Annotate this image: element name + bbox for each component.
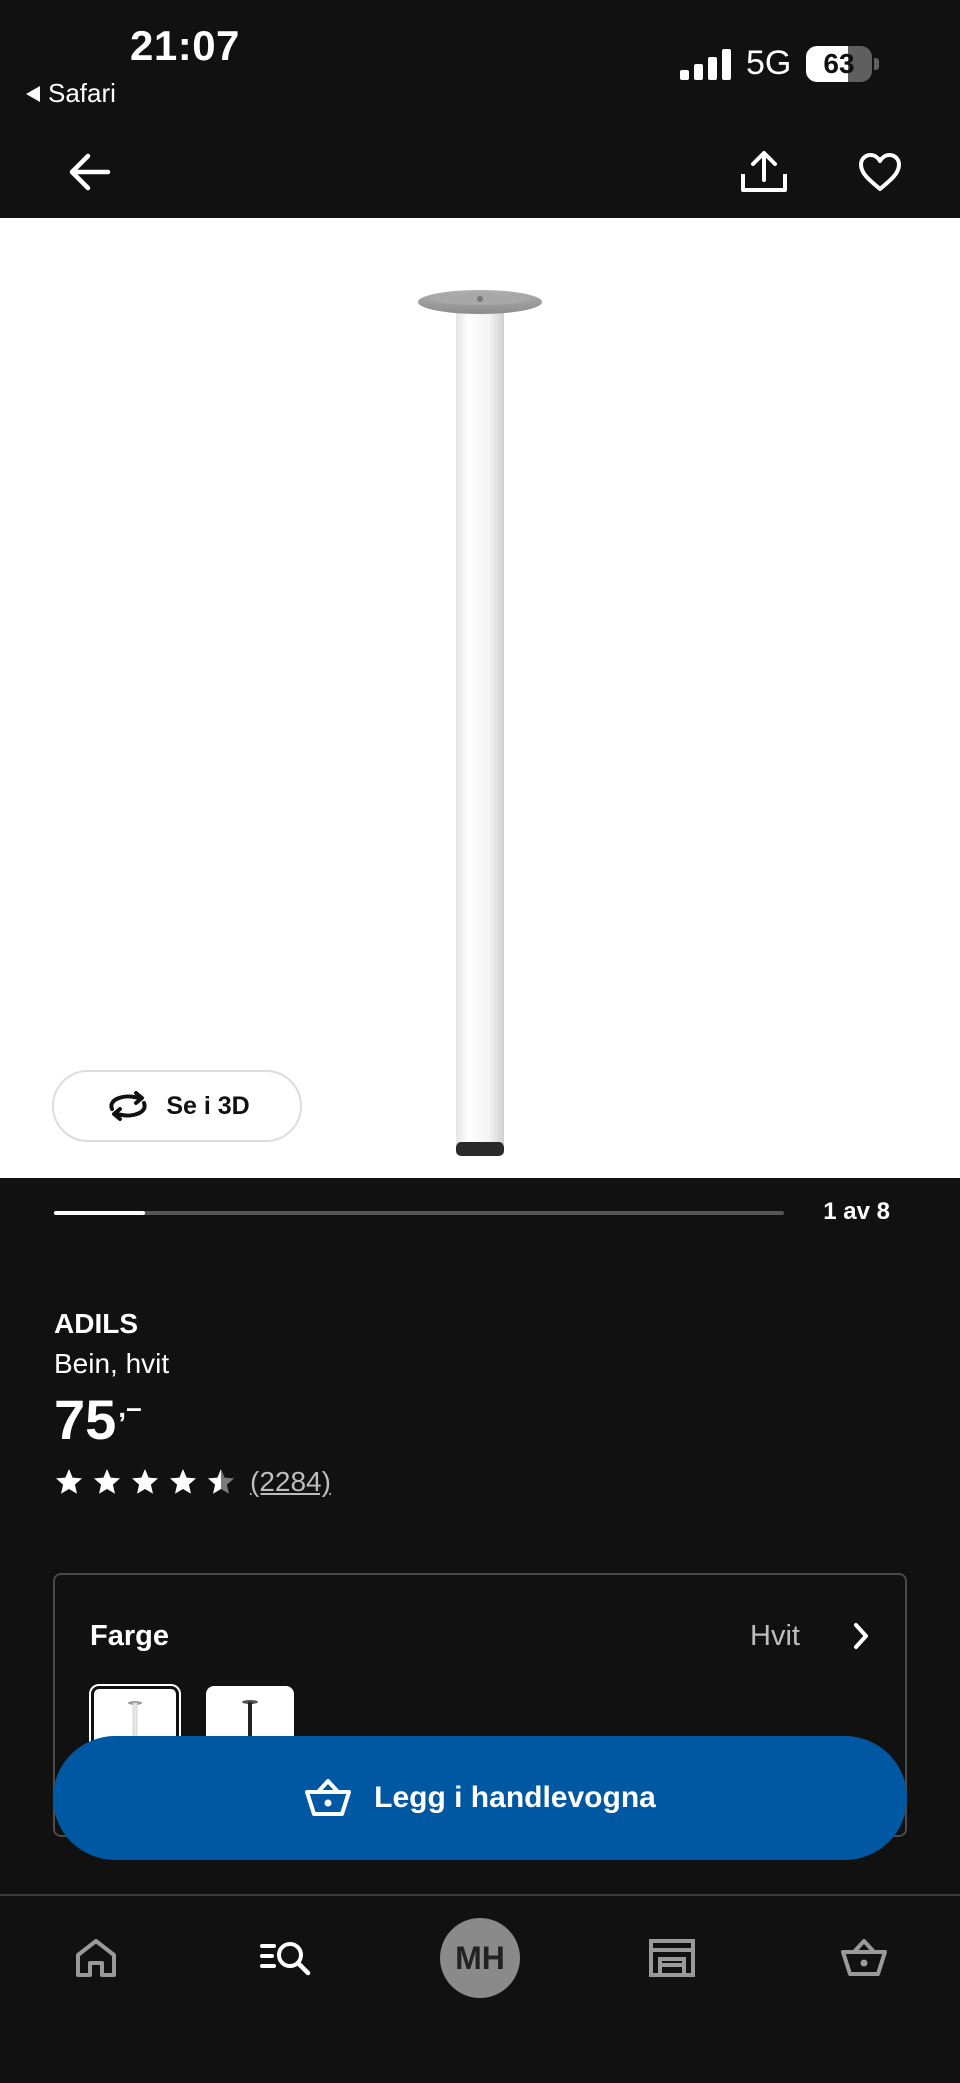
heart-icon xyxy=(859,153,901,191)
store-icon xyxy=(649,1939,695,1977)
gallery-counter: 1 av 8 xyxy=(823,1198,890,1225)
nav-basket[interactable] xyxy=(824,1918,904,1998)
share-icon xyxy=(741,151,787,192)
product-name: ADILS xyxy=(54,1308,138,1339)
bottom-navigation: MH xyxy=(0,1894,960,2083)
price-amount: 75 xyxy=(54,1388,117,1451)
add-to-cart-button[interactable]: Legg i handlevogna xyxy=(53,1736,907,1860)
profile-avatar: MH xyxy=(440,1918,520,1998)
price-suffix: ,– xyxy=(118,1392,142,1423)
network-type: 5G xyxy=(746,44,792,82)
battery-icon: 63 xyxy=(806,46,872,82)
chevron-right-icon[interactable] xyxy=(846,1618,876,1654)
view-in-3d-button[interactable]: Se i 3D xyxy=(52,1070,302,1142)
status-time: 21:07 xyxy=(130,22,240,69)
product-image xyxy=(418,290,542,1156)
favorite-button[interactable] xyxy=(846,138,914,206)
battery-tip xyxy=(874,58,879,70)
nav-search[interactable] xyxy=(247,1918,327,1998)
product-description: Bein, hvit xyxy=(54,1348,170,1379)
battery-level: 63 xyxy=(823,48,855,79)
color-selected-value: Hvit xyxy=(750,1620,800,1652)
add-to-cart-label: Legg i handlevogna xyxy=(374,1781,656,1814)
product-price: 75 ,– xyxy=(54,1388,142,1452)
nav-store[interactable] xyxy=(632,1918,712,1998)
back-app-label: Safari xyxy=(48,78,116,108)
view-in-3d-label: Se i 3D xyxy=(166,1091,250,1120)
home-icon xyxy=(76,1939,116,1977)
signal-icon xyxy=(680,48,732,80)
back-button[interactable] xyxy=(58,140,122,204)
star-icon xyxy=(132,1469,158,1494)
product-rating[interactable]: (2284) xyxy=(54,1466,331,1498)
back-to-app-link[interactable]: Safari xyxy=(26,78,116,109)
star-icon xyxy=(208,1469,234,1494)
arrow-left-icon xyxy=(69,153,111,191)
star-icon xyxy=(170,1469,196,1494)
rating-stars xyxy=(54,1467,236,1497)
color-label: Farge xyxy=(90,1620,169,1652)
back-triangle-icon xyxy=(26,85,40,102)
basket-icon xyxy=(305,1779,352,1816)
search-icon xyxy=(260,1942,311,1976)
basket-icon xyxy=(841,1939,887,1976)
star-icon xyxy=(94,1469,120,1494)
nav-home[interactable] xyxy=(56,1918,136,1998)
rotate-3d-icon xyxy=(109,1091,147,1121)
gallery-progress-bar xyxy=(54,1211,146,1215)
star-icon xyxy=(56,1469,82,1494)
review-count-link[interactable]: (2284) xyxy=(250,1466,331,1498)
share-button[interactable] xyxy=(730,138,798,206)
nav-profile[interactable]: MH xyxy=(440,1918,520,1998)
product-image-gallery[interactable] xyxy=(0,218,960,1178)
gallery-progress-track xyxy=(54,1211,784,1215)
